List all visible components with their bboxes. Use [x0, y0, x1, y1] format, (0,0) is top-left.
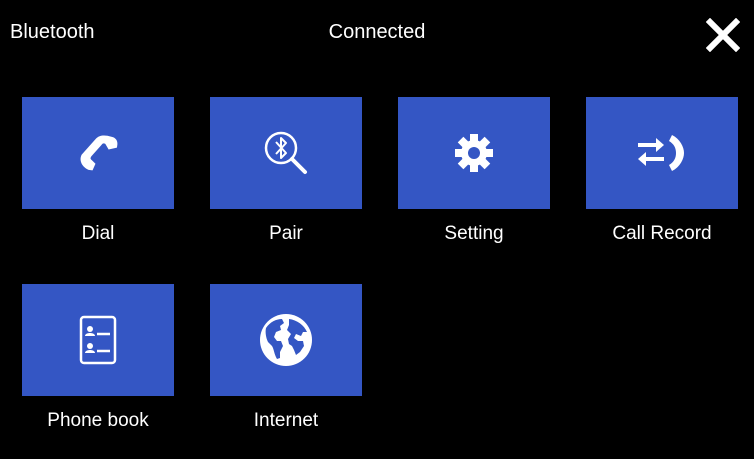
tile-dial: Dial [22, 97, 174, 245]
phone-icon [80, 135, 118, 171]
call-record-icon [638, 135, 684, 171]
contacts-icon [79, 315, 117, 365]
tile-call-record: Call Record [586, 97, 738, 245]
close-button[interactable] [706, 18, 740, 52]
call-record-label: Call Record [612, 223, 712, 244]
call-record-button[interactable] [586, 97, 738, 209]
globe-icon [260, 314, 312, 366]
phone-book-label: Phone book [47, 410, 149, 431]
tile-internet: Internet [210, 284, 362, 432]
dial-label: Dial [81, 223, 115, 244]
setting-button[interactable] [398, 97, 550, 209]
close-icon [706, 18, 740, 52]
internet-label: Internet [253, 410, 319, 431]
phone-book-button[interactable] [22, 284, 174, 396]
tile-setting: Setting [398, 97, 550, 245]
bluetooth-search-icon [264, 131, 307, 174]
setting-label: Setting [444, 223, 504, 244]
gear-icon [455, 134, 493, 172]
tile-pair: Pair [210, 97, 362, 245]
tile-phone-book: Phone book [22, 284, 174, 432]
pair-label: Pair [269, 223, 303, 244]
dial-button[interactable] [22, 97, 174, 209]
pair-button[interactable] [210, 97, 362, 209]
internet-button[interactable] [210, 284, 362, 396]
top-bar: Bluetooth Connected [0, 0, 754, 64]
connection-status: Connected [328, 21, 426, 43]
